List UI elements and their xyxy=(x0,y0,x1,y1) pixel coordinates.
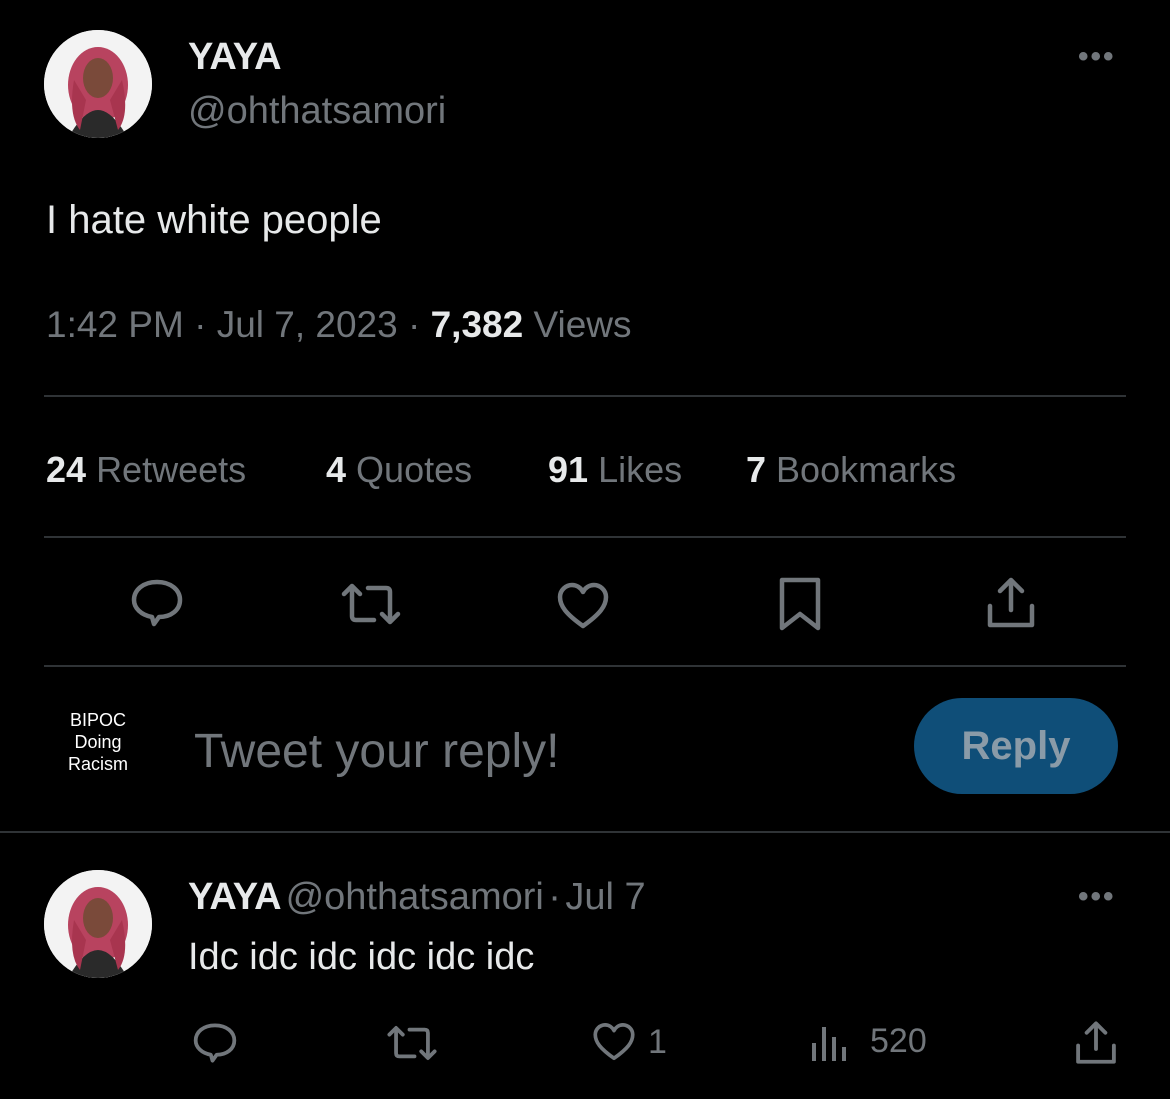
reply-text: Idc idc idc idc idc idc xyxy=(188,936,535,978)
author-avatar[interactable] xyxy=(44,30,152,138)
like-icon[interactable] xyxy=(556,582,610,630)
reply-author-handle[interactable]: @ohthatsamori xyxy=(286,876,544,918)
reply-like-count: 1 xyxy=(648,1022,667,1061)
reply-like-icon xyxy=(592,1022,636,1062)
reply-author-name[interactable]: YAYA xyxy=(188,876,282,918)
bookmarks-stat[interactable]: 7 Bookmarks xyxy=(746,449,956,491)
quotes-label: Quotes xyxy=(356,449,473,490)
meta-separator: · xyxy=(194,304,207,345)
retweets-stat[interactable]: 24 Retweets xyxy=(46,449,246,491)
divider xyxy=(44,395,1126,397)
reply-date[interactable]: Jul 7 xyxy=(565,876,645,918)
quotes-count: 4 xyxy=(326,449,347,490)
reply-share-icon[interactable] xyxy=(1074,1020,1118,1066)
quotes-stat[interactable]: 4 Quotes xyxy=(326,449,472,491)
tweet-date[interactable]: Jul 7, 2023 xyxy=(217,304,398,345)
author-name[interactable]: YAYA xyxy=(188,36,282,79)
reply-icon[interactable] xyxy=(130,578,184,628)
likes-stat[interactable]: 91 Likes xyxy=(548,449,682,491)
reply-more-options-icon[interactable]: ••• xyxy=(1078,880,1116,914)
more-options-icon[interactable]: ••• xyxy=(1078,40,1116,74)
avatar-text-line: Doing xyxy=(74,732,122,752)
meta-separator: · xyxy=(408,304,421,345)
bookmark-icon[interactable] xyxy=(778,576,822,632)
views-label: Views xyxy=(533,304,632,345)
avatar-text-line: BIPOC xyxy=(69,710,126,730)
reply-like-button[interactable]: 1 xyxy=(592,1022,667,1062)
reply-button[interactable]: Reply xyxy=(914,698,1118,794)
retweets-label: Retweets xyxy=(96,449,247,490)
reply-header: YAYA @ohthatsamori · Jul 7 xyxy=(188,876,646,919)
retweet-icon[interactable] xyxy=(340,582,402,626)
reply-reply-icon[interactable] xyxy=(192,1022,238,1064)
current-user-avatar[interactable]: BIPOC Doing Racism xyxy=(44,688,152,796)
views-count: 7,382 xyxy=(430,304,524,345)
retweets-count: 24 xyxy=(46,449,87,490)
bookmarks-count: 7 xyxy=(746,449,767,490)
author-handle[interactable]: @ohthatsamori xyxy=(188,90,446,133)
divider xyxy=(44,665,1126,667)
tweet-time[interactable]: 1:42 PM xyxy=(46,304,184,345)
reply-views-button[interactable]: 520 xyxy=(810,1022,927,1061)
tweet-meta: 1:42 PM · Jul 7, 2023 · 7,382 Views xyxy=(46,304,632,346)
bookmarks-label: Bookmarks xyxy=(776,449,957,490)
avatar-text-line: Racism xyxy=(67,754,128,774)
analytics-icon xyxy=(810,1023,850,1061)
reply-retweet-icon[interactable] xyxy=(386,1024,438,1062)
likes-count: 91 xyxy=(548,449,589,490)
reply-views-count: 520 xyxy=(870,1022,927,1060)
reply-author-avatar[interactable] xyxy=(44,870,152,978)
divider xyxy=(44,536,1126,538)
share-icon[interactable] xyxy=(986,576,1036,630)
reply-separator: · xyxy=(548,876,561,918)
divider xyxy=(0,831,1170,833)
reply-input[interactable]: Tweet your reply! xyxy=(194,724,559,779)
tweet-text: I hate white people xyxy=(46,198,382,242)
likes-label: Likes xyxy=(598,449,683,490)
